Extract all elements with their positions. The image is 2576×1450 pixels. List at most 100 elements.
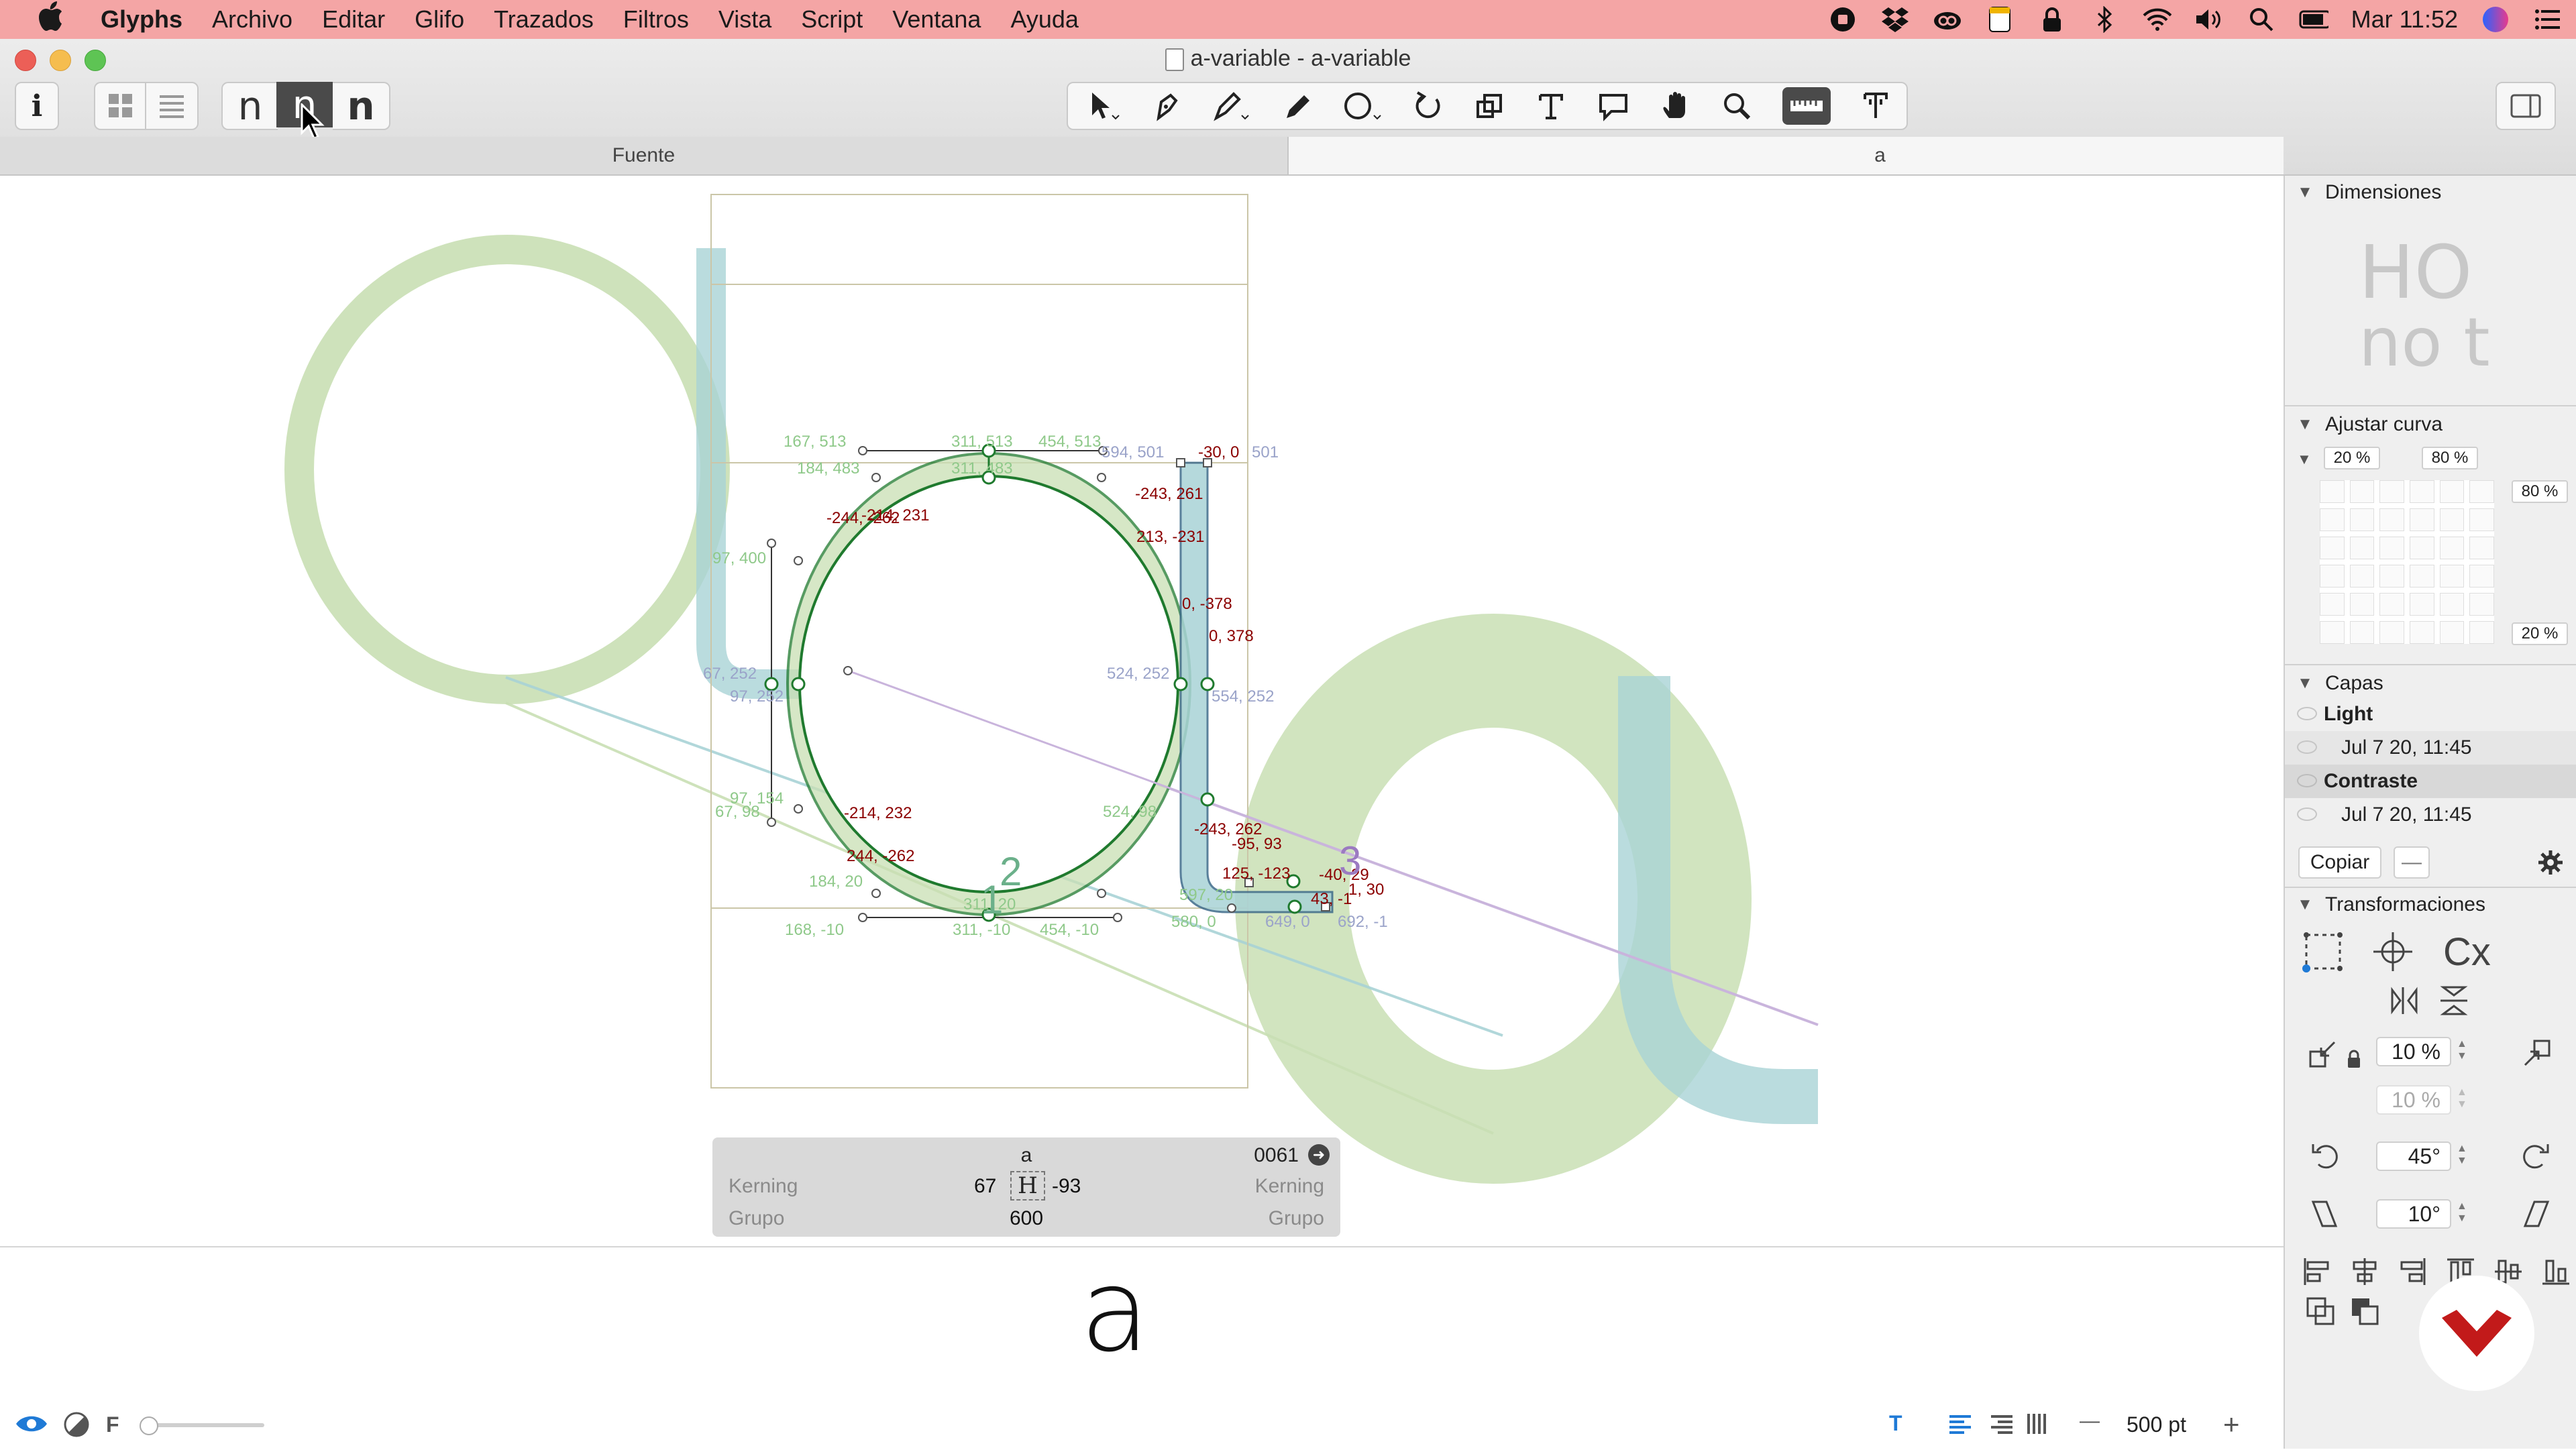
slant-left-icon[interactable] bbox=[2310, 1199, 2339, 1229]
annotation-tool-icon[interactable] bbox=[1597, 90, 1630, 122]
measurement-tool-icon[interactable] bbox=[1782, 87, 1831, 125]
tab-fuente[interactable]: Fuente bbox=[0, 137, 1289, 174]
curve-right-top-field[interactable]: 80 % bbox=[2512, 480, 2568, 503]
menu-editar[interactable]: Editar bbox=[322, 5, 385, 34]
disclosure-triangle-icon[interactable]: ▼ bbox=[2285, 674, 2325, 693]
pencil-tool-icon[interactable] bbox=[1280, 90, 1312, 122]
notes-icon[interactable] bbox=[1985, 5, 2015, 34]
slant-right-icon[interactable] bbox=[2522, 1199, 2551, 1229]
draw-tool-icon[interactable] bbox=[1211, 90, 1251, 122]
scale-stepper[interactable]: ▲ ▼ bbox=[2457, 1038, 2470, 1065]
primitives-tool-icon[interactable] bbox=[1342, 90, 1383, 122]
metric-origin-field[interactable]: Cx bbox=[2443, 930, 2491, 974]
toggle-sidebar-button[interactable] bbox=[2496, 82, 2556, 130]
scale-width-field[interactable]: 10 % bbox=[2376, 1037, 2451, 1066]
eye-icon[interactable] bbox=[15, 1412, 48, 1435]
hand-tool-icon[interactable] bbox=[1660, 90, 1692, 122]
kerning-lock-icon[interactable]: H bbox=[1010, 1171, 1045, 1201]
f-label[interactable]: F bbox=[106, 1412, 119, 1437]
glyph-name-field[interactable]: a bbox=[712, 1144, 1340, 1167]
record-icon[interactable] bbox=[1828, 5, 1858, 34]
layer-row[interactable]: Jul 7 20, 11:45 bbox=[2285, 798, 2576, 832]
zoom-tool-icon[interactable] bbox=[1721, 90, 1753, 122]
menu-archivo[interactable]: Archivo bbox=[212, 5, 292, 34]
unicode-field[interactable]: 0061 bbox=[1254, 1144, 1299, 1167]
control-center-icon[interactable] bbox=[2533, 5, 2563, 34]
spotlight-search-icon[interactable] bbox=[2247, 5, 2276, 34]
mirror-horizontal-icon[interactable] bbox=[2390, 985, 2419, 1017]
slant-angle-field[interactable]: 10° bbox=[2376, 1199, 2451, 1229]
go-to-unicode-icon[interactable]: ➜ bbox=[1308, 1144, 1330, 1166]
view-mode-outline-button[interactable]: n bbox=[221, 82, 278, 130]
glyph-edit-canvas[interactable]: 167, 513 311, 513 454, 513 594, 501 -30,… bbox=[0, 176, 2284, 1246]
anchor-tool-icon[interactable] bbox=[1860, 90, 1892, 122]
layer-row[interactable]: Jul 7 20, 11:45 bbox=[2285, 731, 2576, 765]
slider-knob[interactable] bbox=[140, 1416, 158, 1435]
rotate-angle-field[interactable]: 45° bbox=[2376, 1141, 2451, 1171]
scale-tool-icon[interactable] bbox=[1474, 90, 1506, 122]
layer-row[interactable]: Contraste bbox=[2285, 765, 2576, 798]
siri-icon[interactable] bbox=[2481, 5, 2510, 34]
lock-icon[interactable] bbox=[2037, 5, 2067, 34]
disclosure-triangle-icon[interactable]: ▼ bbox=[2285, 183, 2325, 202]
menu-ventana[interactable]: Ventana bbox=[892, 5, 981, 34]
align-bottom-edges-icon[interactable] bbox=[2541, 1257, 2571, 1286]
zoom-in-button[interactable]: + bbox=[2223, 1408, 2240, 1441]
menu-script[interactable]: Script bbox=[801, 5, 863, 34]
dimensions-section-header[interactable]: ▼ Dimensiones bbox=[2285, 176, 2576, 209]
disclosure-triangle-icon[interactable]: ▼ bbox=[2285, 415, 2325, 434]
curve-grid[interactable] bbox=[2320, 480, 2494, 644]
curve-section-header[interactable]: ▼ Ajustar curva bbox=[2285, 408, 2576, 441]
select-all-layers-icon[interactable] bbox=[1149, 90, 1181, 122]
advance-width-field[interactable]: 600 bbox=[712, 1207, 1340, 1230]
bounding-box-origin-icon[interactable] bbox=[2302, 931, 2344, 972]
info-button[interactable]: i bbox=[15, 82, 59, 130]
proportional-lock-icon[interactable] bbox=[2347, 1049, 2361, 1069]
grid-view-button[interactable] bbox=[94, 82, 146, 130]
curve-max-field[interactable]: 80 % bbox=[2422, 447, 2478, 469]
slant-stepper[interactable]: ▲ ▼ bbox=[2457, 1201, 2470, 1227]
boolean-union-icon[interactable] bbox=[2305, 1296, 2337, 1328]
align-left-icon[interactable] bbox=[1948, 1414, 1972, 1435]
scale-up-icon[interactable] bbox=[2521, 1038, 2552, 1069]
tab-glyph-a[interactable]: a bbox=[1288, 137, 2284, 174]
zoom-out-button[interactable]: — bbox=[2080, 1410, 2100, 1433]
volume-icon[interactable] bbox=[2194, 5, 2224, 34]
text-tool-options-icon[interactable]: T bbox=[1889, 1411, 1902, 1436]
scale-height-stepper[interactable]: ▲ ▼ bbox=[2457, 1086, 2470, 1113]
menu-vista[interactable]: Vista bbox=[718, 5, 771, 34]
copy-button[interactable]: Copiar bbox=[2298, 846, 2381, 879]
curve-min-field[interactable]: 20 % bbox=[2324, 447, 2380, 469]
curve-right-bottom-field[interactable]: 20 % bbox=[2512, 622, 2568, 645]
transform-section-header[interactable]: ▼ Transformaciones bbox=[2285, 888, 2576, 922]
scale-down-icon[interactable] bbox=[2308, 1038, 2339, 1069]
menu-app-name[interactable]: Glyphs bbox=[101, 5, 182, 34]
menu-filtros[interactable]: Filtros bbox=[623, 5, 689, 34]
text-tool-icon[interactable] bbox=[1535, 90, 1567, 122]
curve-subtriangle-icon[interactable]: ▼ bbox=[2297, 451, 2312, 468]
layer-eye-icon[interactable] bbox=[2297, 740, 2317, 754]
transform-origin-icon[interactable] bbox=[2372, 931, 2414, 972]
view-mode-filled-button[interactable]: n bbox=[333, 82, 390, 130]
rotate-tool-icon[interactable] bbox=[1412, 90, 1444, 122]
dropbox-icon[interactable] bbox=[1880, 5, 1910, 34]
color-fill-icon[interactable] bbox=[63, 1411, 90, 1438]
scale-height-field[interactable]: 10 % bbox=[2376, 1085, 2451, 1115]
menu-ayuda[interactable]: Ayuda bbox=[1010, 5, 1078, 34]
layer-eye-icon[interactable] bbox=[2297, 807, 2317, 821]
align-right-icon[interactable] bbox=[1990, 1414, 2014, 1435]
clock-text[interactable]: Mar 11:52 bbox=[2351, 5, 2458, 34]
rotate-counterclockwise-icon[interactable] bbox=[2310, 1140, 2339, 1171]
layer-eye-icon[interactable] bbox=[2297, 707, 2317, 720]
vertical-text-icon[interactable] bbox=[2026, 1412, 2050, 1435]
layer-settings-gear-icon[interactable] bbox=[2537, 849, 2564, 876]
align-left-edges-icon[interactable] bbox=[2302, 1257, 2332, 1286]
mirror-vertical-icon[interactable] bbox=[2438, 985, 2470, 1017]
menu-trazados[interactable]: Trazados bbox=[494, 5, 594, 34]
creative-cloud-icon[interactable] bbox=[1933, 5, 1962, 34]
remove-layer-button[interactable]: — bbox=[2394, 846, 2430, 879]
battery-icon[interactable] bbox=[2299, 5, 2328, 34]
rotate-stepper[interactable]: ▲ ▼ bbox=[2457, 1143, 2470, 1170]
align-horizontal-center-icon[interactable] bbox=[2350, 1257, 2379, 1286]
layers-section-header[interactable]: ▼ Capas bbox=[2285, 667, 2576, 700]
